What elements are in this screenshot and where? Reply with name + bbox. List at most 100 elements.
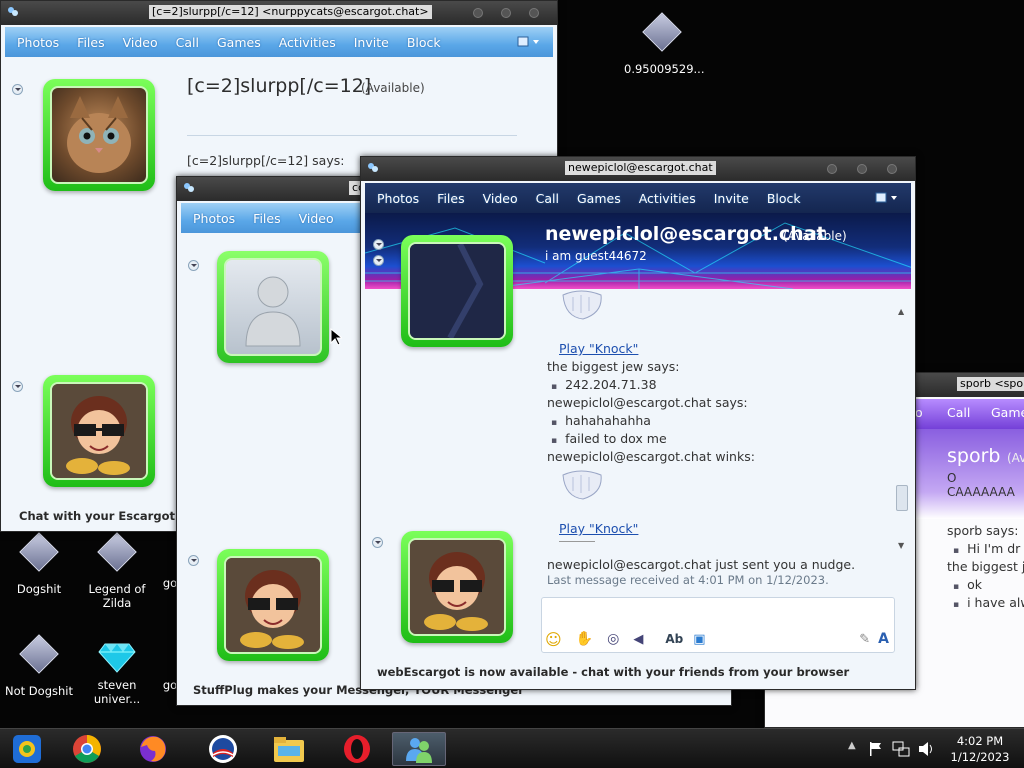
collapse-button[interactable] <box>372 537 383 548</box>
wink-icon[interactable]: ✋ <box>576 631 593 647</box>
contact-avatar[interactable] <box>217 251 329 363</box>
titlebar[interactable]: [c=2]slurpp[/c=12] <nurppycats@escargot.… <box>1 1 557 25</box>
collapse-button[interactable] <box>188 260 199 271</box>
scrollbar[interactable]: ▲ ▼ <box>895 305 909 569</box>
play-knock-link[interactable]: Play "Knock" <box>559 521 638 536</box>
nudge-notice: newepiclol@escargot.chat just sent you a… <box>547 557 856 572</box>
play-knock-link[interactable]: Play "Knock" <box>559 341 638 356</box>
menu-video[interactable]: Video <box>293 211 346 226</box>
menu-call[interactable]: Call <box>947 405 970 420</box>
menu-invite[interactable]: Invite <box>708 191 761 206</box>
desktop-icon-file[interactable]: 0.95009529... <box>624 12 704 76</box>
chrome-icon <box>73 735 101 763</box>
chrome-os-start-icon <box>13 735 41 763</box>
my-avatar[interactable] <box>401 531 513 643</box>
scrollbar-thumb[interactable] <box>896 485 908 511</box>
menu-activities[interactable]: Activities <box>633 191 708 206</box>
start-button[interactable] <box>0 732 54 766</box>
collapse-button[interactable] <box>188 555 199 566</box>
messenger-icon <box>368 163 378 172</box>
menu-games[interactable]: Games <box>571 191 633 206</box>
menu-invite[interactable]: Invite <box>348 35 401 50</box>
cartoon-avatar-picture <box>52 384 146 478</box>
chat-window-newepiclol[interactable]: newepiclol@escargot.chat Photos Files Vi… <box>360 156 916 690</box>
menu-photos[interactable]: Photos <box>11 35 71 50</box>
clock-date: 1/12/2023 <box>950 750 1010 764</box>
minimize-button[interactable] <box>827 164 837 174</box>
menu-files[interactable]: Files <box>71 35 116 50</box>
ad-banner[interactable]: Chat with your Escargot co <box>19 509 194 523</box>
menu-video[interactable]: Video <box>117 35 170 50</box>
network-icon[interactable] <box>892 741 910 757</box>
desktop-icon-legend-of-zilda[interactable]: Legend of Zilda <box>79 532 155 610</box>
my-avatar[interactable] <box>43 375 155 487</box>
desktop-icon-dogshit[interactable]: Dogshit <box>1 532 77 596</box>
taskbar-file-explorer[interactable] <box>262 732 316 766</box>
taskbar-chrome[interactable] <box>60 732 114 766</box>
clock-time: 4:02 PM <box>956 734 1004 748</box>
last-message-info: Last message received at 4:01 PM on 1/12… <box>547 573 829 587</box>
menu-files[interactable]: Files <box>247 211 292 226</box>
close-button[interactable] <box>887 164 897 174</box>
menu-block[interactable]: Block <box>401 35 453 50</box>
taskbar-app[interactable] <box>196 732 250 766</box>
dark-picture <box>410 244 504 338</box>
mouse-cursor-icon <box>330 328 342 346</box>
menubar: Photos Files Video Call Games Activities… <box>5 27 553 57</box>
contact-avatar[interactable] <box>43 79 155 191</box>
options-dropdown-icon[interactable] <box>875 191 899 205</box>
collapse-button[interactable] <box>12 381 23 392</box>
taskbar-messenger[interactable] <box>392 732 446 766</box>
my-avatar[interactable] <box>217 549 329 661</box>
menu-call[interactable]: Call <box>530 191 571 206</box>
menubar: Photos Files Video Call Games Activities… <box>365 183 911 213</box>
menu-photos[interactable]: Photos <box>371 191 431 206</box>
menu-photos[interactable]: Photos <box>187 211 247 226</box>
flag-icon[interactable] <box>868 741 884 757</box>
menu-activities[interactable]: Activities <box>273 35 348 50</box>
titlebar[interactable]: newepiclol@escargot.chat <box>361 157 915 181</box>
chat-sender-line: newepiclol@escargot.chat says: <box>547 395 748 410</box>
menu-games[interactable]: Games <box>991 405 1024 420</box>
desktop-icon-not-dogshit[interactable]: Not Dogshit <box>1 634 77 698</box>
background-icon[interactable]: ▣ <box>693 632 705 647</box>
menu-call[interactable]: Call <box>170 35 211 50</box>
contact-header: sporb (Av O CAAAAAAA <box>915 429 1024 519</box>
dot-button[interactable] <box>373 255 384 266</box>
chat-message: Hi I'm dr <box>953 541 1020 556</box>
firefox-icon <box>140 736 166 762</box>
taskbar-opera[interactable] <box>330 732 384 766</box>
close-button[interactable] <box>529 8 539 18</box>
chat-message: i have alw <box>953 595 1024 610</box>
menu-video[interactable]: Video <box>477 191 530 206</box>
options-dropdown-icon[interactable] <box>517 35 541 49</box>
chat-sender-line: newepiclol@escargot.chat winks: <box>547 449 755 464</box>
maximize-button[interactable] <box>857 164 867 174</box>
text-mode-icon[interactable]: A <box>878 631 889 647</box>
volume-icon[interactable] <box>918 741 936 757</box>
menu-video[interactable]: o <box>915 405 923 420</box>
minimize-button[interactable] <box>473 8 483 18</box>
menu-block[interactable]: Block <box>761 191 813 206</box>
contact-avatar[interactable] <box>401 235 513 347</box>
collapse-button[interactable] <box>373 239 384 250</box>
tray-expand-icon[interactable]: ▲ <box>848 740 856 751</box>
menu-games[interactable]: Games <box>211 35 273 50</box>
emoticon-icon[interactable]: ☺ <box>545 630 562 649</box>
font-icon[interactable]: Ab <box>665 632 683 646</box>
taskbar-firefox[interactable] <box>126 732 180 766</box>
desktop-icon-steven-universe[interactable]: steven univer... <box>79 634 155 706</box>
nudge-icon[interactable]: ◎ <box>607 631 619 647</box>
gem-icon <box>98 643 136 673</box>
handwriting-icon[interactable]: ✎ <box>859 632 870 647</box>
cartoon-avatar-picture <box>226 558 320 652</box>
file-icon <box>19 532 59 572</box>
menu-files[interactable]: Files <box>431 191 476 206</box>
knock-wink-icon <box>562 470 602 500</box>
clock[interactable]: 4:02 PM 1/12/2023 <box>950 733 1010 765</box>
conversation-history[interactable]: Play "Knock" the biggest jew says: 242.2… <box>545 289 905 579</box>
voice-clip-icon[interactable]: ◀ <box>633 632 643 647</box>
collapse-button[interactable] <box>12 84 23 95</box>
ad-banner[interactable]: webEscargot is now available - chat with… <box>377 665 849 679</box>
maximize-button[interactable] <box>501 8 511 18</box>
